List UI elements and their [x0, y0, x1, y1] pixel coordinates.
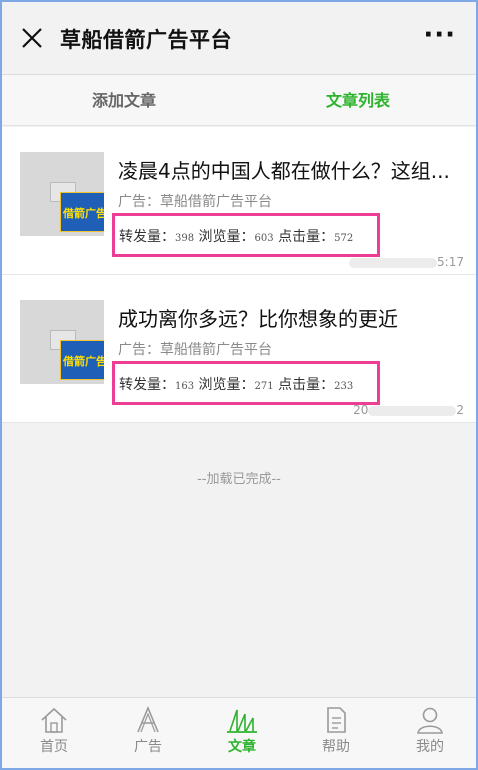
forward-count: 398 [175, 233, 195, 244]
more-menu-button[interactable]: ··· [423, 20, 456, 50]
nav-ads-label: 广告 [134, 739, 162, 755]
views-label: 浏览量： [198, 377, 255, 393]
article-icon [227, 709, 257, 733]
nav-home-label: 首页 [40, 739, 68, 755]
article-item[interactable]: 借箭广告 凌晨4点的中国人都在做什么？这组... 广告：草船借箭广告平台 转发量… [2, 127, 476, 275]
tab-add-article[interactable]: 添加文章 [92, 87, 156, 111]
nav-mine-label: 我的 [416, 739, 444, 755]
article-time: 5:17 [349, 255, 464, 269]
help-icon [327, 707, 346, 733]
article-time: 20 2 [353, 403, 464, 417]
article-list: 借箭广告 凌晨4点的中国人都在做什么？这组... 广告：草船借箭广告平台 转发量… [2, 127, 476, 423]
article-title: 凌晨4点的中国人都在做什么？这组... [118, 159, 450, 183]
article-title: 成功离你多远？比你想象的更近 [118, 307, 398, 331]
article-stats: 转发量：398 浏览量：603 点击量：572 [119, 226, 353, 246]
forward-label: 转发量： [119, 229, 175, 245]
close-icon [22, 28, 42, 48]
time-tail: 2 [456, 403, 464, 417]
article-source: 广告：草船借箭广告平台 [118, 194, 272, 210]
article-stats-box: 转发量：398 浏览量：603 点击量：572 [112, 213, 380, 257]
article-thumbnail: 借箭广告 [20, 300, 104, 384]
nav-articles-label: 文章 [228, 739, 256, 755]
bottom-nav: 首页 广告 文章 帮助 我的 [2, 697, 476, 768]
clicks-label: 点击量： [278, 229, 335, 245]
views-count: 603 [254, 233, 274, 244]
ad-banner-text: 借箭广告 [63, 355, 104, 368]
article-item[interactable]: 借箭广告 成功离你多远？比你想象的更近 广告：草船借箭广告平台 转发量：163 … [2, 275, 476, 423]
load-complete-text: --加载已完成-- [197, 472, 281, 487]
views-label: 浏览量： [198, 229, 255, 245]
time-head: 20 [353, 403, 369, 417]
article-stats: 转发量：163 浏览量：271 点击量：233 [119, 374, 353, 394]
clicks-count: 572 [334, 233, 354, 244]
clicks-count: 233 [334, 381, 354, 392]
clicks-label: 点击量： [278, 377, 335, 393]
ad-icon [137, 706, 159, 733]
redacted-area [349, 257, 438, 268]
time-tail: 5:17 [437, 255, 464, 269]
views-count: 271 [254, 381, 274, 392]
nav-articles[interactable]: 文章 [207, 706, 277, 756]
nav-mine[interactable]: 我的 [395, 706, 465, 756]
ad-banner-text: 借箭广告 [63, 207, 104, 220]
ad-banner: 借箭广告 [60, 340, 104, 380]
article-source: 广告：草船借箭广告平台 [118, 342, 272, 358]
home-icon [41, 707, 67, 733]
app-frame: 草船借箭广告平台 ··· 添加文章 文章列表 借箭广告 凌晨4点的中国人都在做什… [0, 0, 478, 770]
tab-article-list[interactable]: 文章列表 [326, 87, 390, 111]
nav-help-label: 帮助 [322, 739, 350, 755]
forward-label: 转发量： [119, 377, 175, 393]
article-stats-box: 转发量：163 浏览量：271 点击量：233 [112, 361, 380, 405]
page-title: 草船借箭广告平台 [60, 28, 232, 52]
article-thumbnail: 借箭广告 [20, 152, 104, 236]
close-button[interactable] [20, 26, 44, 50]
nav-home[interactable]: 首页 [19, 706, 89, 756]
top-bar: 草船借箭广告平台 ··· [2, 2, 476, 75]
forward-count: 163 [175, 381, 195, 392]
nav-ads[interactable]: 广告 [113, 706, 183, 756]
redacted-area [368, 405, 457, 416]
tab-bar: 添加文章 文章列表 [2, 75, 476, 126]
nav-help[interactable]: 帮助 [301, 706, 371, 756]
user-icon [417, 707, 443, 734]
ad-banner: 借箭广告 [60, 192, 104, 232]
